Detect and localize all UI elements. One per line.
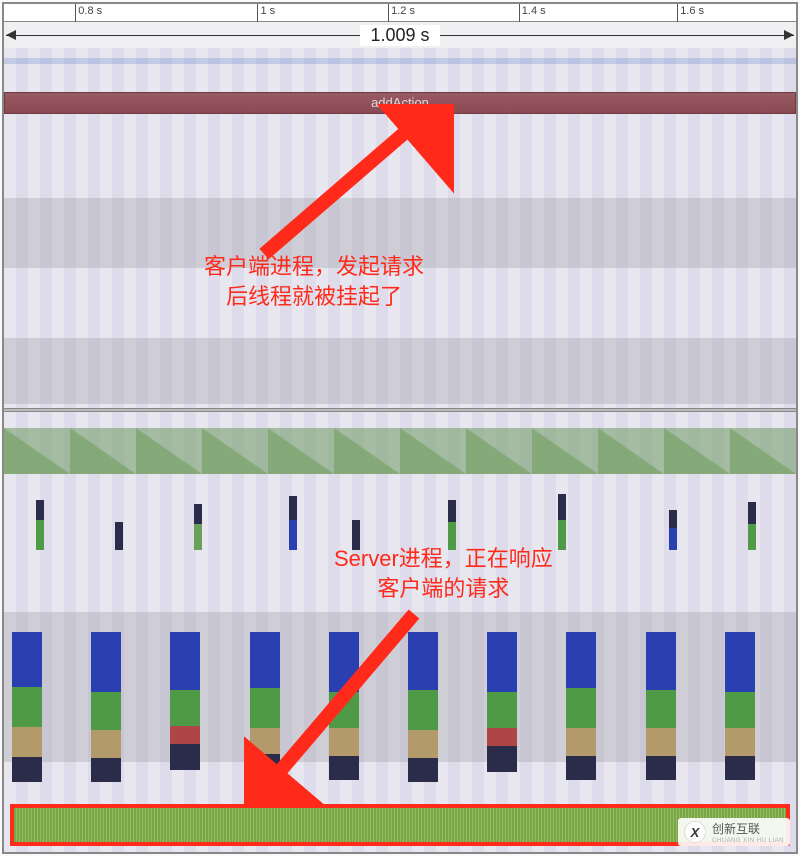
stack-cluster[interactable] <box>329 632 359 782</box>
cpu-sawtooth <box>4 428 796 474</box>
annotation-server: Server进程，正在响应 客户端的请求 <box>334 544 553 603</box>
ruler-tick: 1.6 s <box>677 4 704 22</box>
annotation-line: 客户端的请求 <box>377 576 509 601</box>
thread-row <box>4 338 796 404</box>
stack-cluster[interactable] <box>487 632 517 782</box>
call-bar-addaction[interactable]: addAction <box>4 92 796 114</box>
annotation-line: Server进程，正在响应 <box>334 546 553 571</box>
ruler-tick: 1 s <box>257 4 275 22</box>
tracks-container: addAction <box>4 48 796 852</box>
selection-span-bar: 1.009 s <box>4 22 796 48</box>
ruler-tick: 1.4 s <box>519 4 546 22</box>
stack-cluster[interactable] <box>170 632 200 782</box>
arrow-right-icon <box>784 30 794 40</box>
server-activity-highlight[interactable] <box>10 804 790 846</box>
stack-cluster[interactable] <box>725 632 755 782</box>
arrow-left-icon <box>6 30 16 40</box>
stack-cluster[interactable] <box>646 632 676 782</box>
time-ruler[interactable]: 0.8 s 1 s 1.2 s 1.4 s 1.6 s <box>4 4 796 22</box>
stack-cluster[interactable] <box>566 632 596 782</box>
annotation-line: 客户端进程，发起请求 <box>204 254 424 279</box>
watermark-tagline: CHUANG XIN HU LIAN <box>712 838 784 844</box>
stack-cluster[interactable] <box>250 632 280 782</box>
profiler-frame: 0.8 s 1 s 1.2 s 1.4 s 1.6 s 1.009 s addA… <box>2 2 798 854</box>
annotation-client: 客户端进程，发起请求 后线程就被挂起了 <box>204 252 424 311</box>
watermark: X 创新互联 CHUANG XIN HU LIAN <box>678 818 790 846</box>
stack-cluster[interactable] <box>408 632 438 782</box>
ruler-tick: 0.8 s <box>75 4 102 22</box>
thread-row <box>4 612 796 762</box>
ruler-tick: 1.2 s <box>388 4 415 22</box>
stack-cluster[interactable] <box>12 632 42 782</box>
annotation-line: 后线程就被挂起了 <box>226 284 402 309</box>
watermark-logo-icon: X <box>684 821 706 843</box>
watermark-name: 创新互联 <box>712 822 760 836</box>
span-duration-label: 1.009 s <box>360 25 439 46</box>
event-spike-row <box>4 490 796 550</box>
stack-cluster[interactable] <box>91 632 121 782</box>
server-pane[interactable] <box>4 412 796 852</box>
thread-row <box>4 58 796 64</box>
client-pane[interactable]: addAction <box>4 48 796 408</box>
